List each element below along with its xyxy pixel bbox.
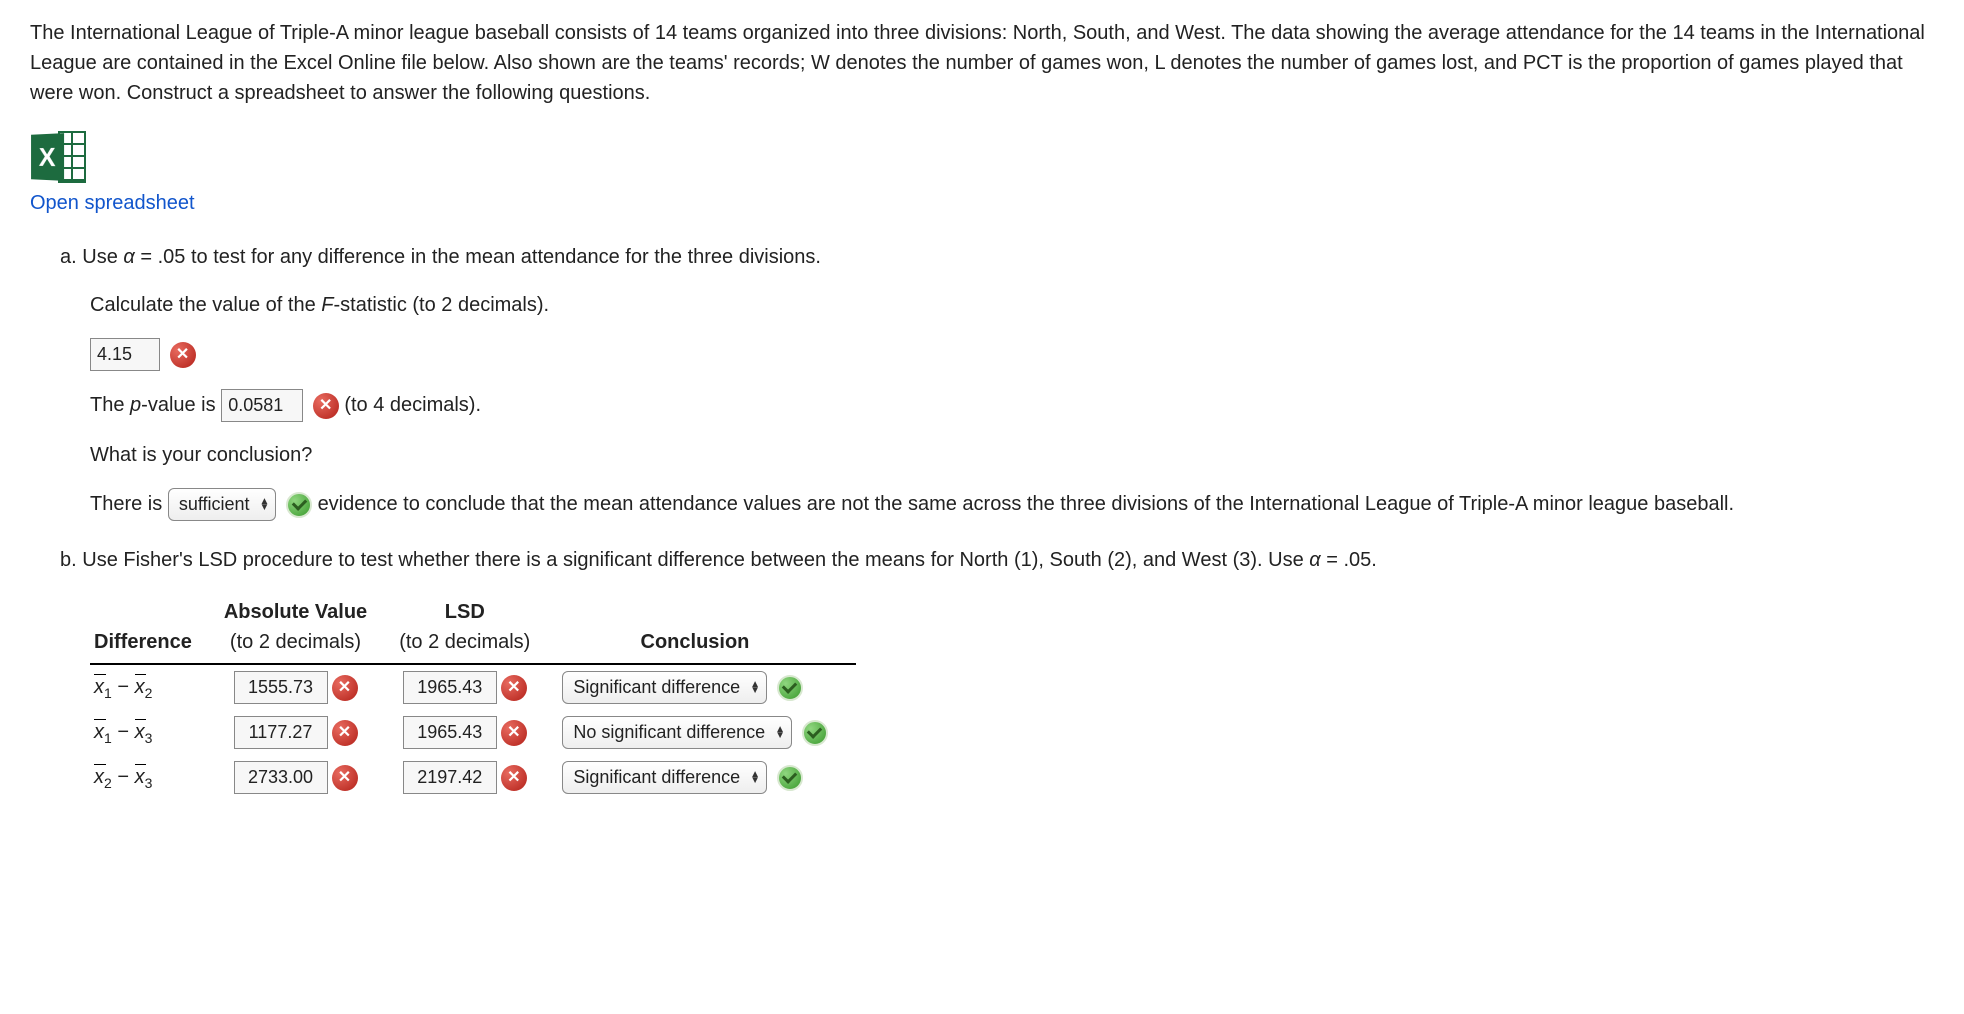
conclusion-answer: There is sufficient ▲▼ evidence to concl… <box>90 488 1934 521</box>
lsd-input[interactable]: 1965.43 <box>403 716 497 749</box>
f-stat-input[interactable]: 4.15 <box>90 338 160 371</box>
select-arrows-icon: ▲▼ <box>750 682 760 694</box>
p-mid: -value is <box>141 394 221 416</box>
table-row: x2 − x3 2733.00 2197.42 Significant differe… <box>90 755 856 800</box>
table-row: x1 − x3 1177.27 1965.43 No significant diff… <box>90 710 856 755</box>
row-conclusion-value: Significant difference <box>573 674 740 701</box>
f-answer-row: 4.15 <box>90 338 1934 371</box>
lsd-cell: 1965.43 <box>395 664 558 710</box>
open-spreadsheet-link[interactable]: Open spreadsheet <box>30 188 1934 218</box>
correct-icon <box>286 492 312 518</box>
row-conclusion-select[interactable]: Significant difference ▲▼ <box>562 671 767 704</box>
wrong-icon <box>501 765 527 791</box>
qa-text-2: to test for any difference in the mean a… <box>191 246 821 268</box>
correct-icon <box>802 720 828 746</box>
th-difference: Difference <box>90 593 220 664</box>
lsd-input[interactable]: 2197.42 <box>403 761 497 794</box>
f-stat-prompt: Calculate the value of the F-statistic (… <box>90 290 1934 320</box>
th-absolute: Absolute Value(to 2 decimals) <box>220 593 395 664</box>
alpha-symbol: α <box>123 246 134 268</box>
abs-input[interactable]: 2733.00 <box>234 761 328 794</box>
p-post: (to 4 decimals). <box>344 394 481 416</box>
correct-icon <box>777 765 803 791</box>
concl-cell: Significant difference ▲▼ <box>558 664 855 710</box>
diff-cell: x1 − x3 <box>90 710 220 755</box>
lsd-cell: 1965.43 <box>395 710 558 755</box>
alpha-value: = .05 <box>140 246 185 268</box>
th-lsd: LSD(to 2 decimals) <box>395 593 558 664</box>
abs-cell: 1177.27 <box>220 710 395 755</box>
abs-input[interactable]: 1177.27 <box>234 716 328 749</box>
abs-cell: 2733.00 <box>220 755 395 800</box>
p-value-input[interactable]: 0.0581 <box>221 389 303 422</box>
pvalue-row: The p-value is 0.0581 (to 4 decimals). <box>90 389 1934 422</box>
wrong-icon <box>332 720 358 746</box>
conclusion-select-value: sufficient <box>179 491 250 518</box>
select-arrows-icon: ▲▼ <box>775 727 785 739</box>
wrong-icon <box>332 765 358 791</box>
p-letter: p <box>130 394 141 416</box>
wrong-icon <box>501 720 527 746</box>
table-row: x1 − x2 1555.73 1965.43 Significant differe… <box>90 664 856 710</box>
concl-post: evidence to conclude that the mean atten… <box>318 493 1734 515</box>
wrong-icon <box>332 675 358 701</box>
select-arrows-icon: ▲▼ <box>750 772 760 784</box>
lsd-table-wrap: Difference Absolute Value(to 2 decimals)… <box>90 593 1934 800</box>
lsd-input[interactable]: 1965.43 <box>403 671 497 704</box>
qa-text-1: Use <box>82 246 123 268</box>
p-pre: The <box>90 394 130 416</box>
concl-cell: No significant difference ▲▼ <box>558 710 855 755</box>
row-conclusion-value: Significant difference <box>573 764 740 791</box>
excel-block: X Open spreadsheet <box>30 130 1934 218</box>
qb-text: Use Fisher's LSD procedure to test wheth… <box>82 549 1309 571</box>
excel-x-letter: X <box>31 133 64 181</box>
excel-icon[interactable]: X <box>30 130 88 184</box>
question-a: a. Use α = .05 to test for any differenc… <box>30 242 1934 521</box>
marker-a: a. <box>60 246 77 268</box>
conclusion-select[interactable]: sufficient ▲▼ <box>168 488 277 521</box>
wrong-icon <box>170 342 196 368</box>
concl-cell: Significant difference ▲▼ <box>558 755 855 800</box>
correct-icon <box>777 675 803 701</box>
abs-input[interactable]: 1555.73 <box>234 671 328 704</box>
F-letter: F <box>321 294 333 316</box>
question-b: b. Use Fisher's LSD procedure to test wh… <box>30 545 1934 800</box>
wrong-icon <box>501 675 527 701</box>
lsd-table: Difference Absolute Value(to 2 decimals)… <box>90 593 856 800</box>
diff-cell: x2 − x3 <box>90 755 220 800</box>
f-post: -statistic (to 2 decimals). <box>333 294 549 316</box>
marker-b: b. <box>60 549 77 571</box>
abs-cell: 1555.73 <box>220 664 395 710</box>
alpha-value-b: = .05. <box>1326 549 1377 571</box>
row-conclusion-select[interactable]: Significant difference ▲▼ <box>562 761 767 794</box>
intro-text: The International League of Triple-A min… <box>30 18 1930 108</box>
lsd-cell: 2197.42 <box>395 755 558 800</box>
select-arrows-icon: ▲▼ <box>260 499 270 511</box>
alpha-symbol-b: α <box>1309 549 1320 571</box>
conclusion-prompt: What is your conclusion? <box>90 440 1934 470</box>
row-conclusion-select[interactable]: No significant difference ▲▼ <box>562 716 792 749</box>
wrong-icon <box>313 393 339 419</box>
th-conclusion: Conclusion <box>558 593 855 664</box>
row-conclusion-value: No significant difference <box>573 719 765 746</box>
concl-pre: There is <box>90 493 168 515</box>
f-pre: Calculate the value of the <box>90 294 321 316</box>
diff-cell: x1 − x2 <box>90 664 220 710</box>
